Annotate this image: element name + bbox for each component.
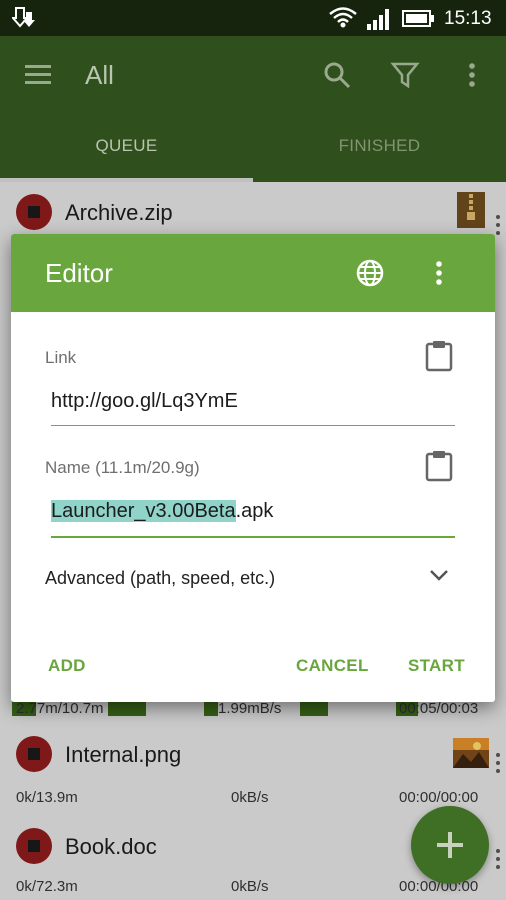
plus-icon	[437, 832, 463, 858]
dialog-header: Editor	[11, 234, 495, 312]
add-download-fab[interactable]	[411, 806, 489, 884]
name-label: Name (11.1m/20.9g)	[45, 458, 200, 477]
name-selected-text: Launcher_v3.00Beta	[51, 500, 236, 522]
link-label: Link	[45, 348, 77, 367]
download-notification-icon	[12, 7, 35, 28]
chevron-down-icon[interactable]	[429, 568, 449, 582]
name-field-underline	[51, 536, 455, 538]
battery-icon	[402, 10, 434, 27]
more-vert-icon[interactable]	[429, 258, 449, 288]
dialog-title: Editor	[45, 258, 113, 288]
link-field-underline	[51, 425, 455, 426]
name-field[interactable]: Launcher_v3.00Beta.apk	[51, 500, 455, 523]
clock: 15:13	[444, 8, 492, 29]
status-bar: 15:13	[0, 0, 506, 36]
link-field[interactable]: http://goo.gl/Lq3YmE	[51, 390, 455, 413]
signal-icon	[367, 9, 389, 30]
globe-icon[interactable]	[355, 258, 385, 288]
wifi-icon	[329, 7, 357, 28]
advanced-toggle[interactable]: Advanced (path, speed, etc.)	[45, 568, 275, 589]
editor-dialog: Editor Link http://goo.gl/Lq3YmE Name (1…	[11, 234, 495, 702]
paste-clipboard-icon[interactable]	[425, 340, 453, 372]
add-button[interactable]: ADD	[48, 656, 86, 676]
cancel-button[interactable]: CANCEL	[296, 656, 369, 676]
paste-clipboard-icon[interactable]	[425, 450, 453, 482]
start-button[interactable]: START	[408, 656, 465, 676]
name-extension: .apk	[235, 500, 274, 522]
